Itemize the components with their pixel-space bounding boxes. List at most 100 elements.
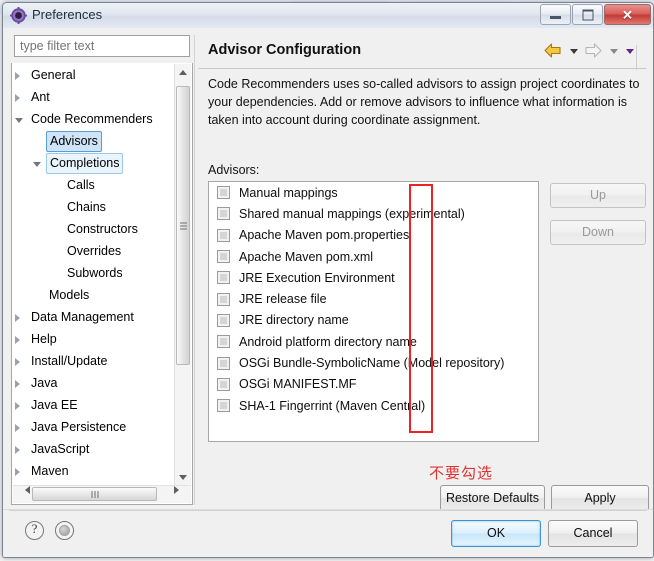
- maximize-button[interactable]: [572, 4, 603, 25]
- sidebar-item-label: Data Management: [31, 310, 134, 324]
- advisor-list-item[interactable]: JRE release file: [209, 288, 538, 309]
- sidebar-item-general[interactable]: General: [12, 65, 174, 87]
- scroll-up-icon: [179, 70, 187, 75]
- sidebar-item-javascript[interactable]: JavaScript: [12, 439, 174, 461]
- advisor-list-item[interactable]: JRE Execution Environment: [209, 267, 538, 288]
- sidebar-item-label: Chains: [67, 200, 106, 214]
- checkbox-icon[interactable]: [217, 228, 230, 242]
- chevron-down-icon: [570, 49, 578, 54]
- sidebar-item-advisors[interactable]: Advisors: [12, 131, 174, 153]
- sidebar-item-data-management[interactable]: Data Management: [12, 307, 174, 329]
- apply-button[interactable]: Apply: [551, 485, 649, 511]
- chevron-right-icon[interactable]: [15, 468, 20, 476]
- advisor-list-item[interactable]: Apache Maven pom.xml: [209, 246, 538, 267]
- tree-vertical-scrollbar[interactable]: [174, 64, 191, 486]
- checkbox-icon[interactable]: [217, 250, 230, 264]
- sidebar-item-code-recommenders[interactable]: Code Recommenders: [12, 109, 174, 131]
- minimize-button[interactable]: [540, 4, 571, 25]
- sidebar-item-completions[interactable]: Completions: [12, 153, 174, 175]
- advisor-label: Manual mappings: [239, 185, 338, 200]
- window-title: Preferences: [32, 7, 103, 22]
- sidebar-item-install-update[interactable]: Install/Update: [12, 351, 174, 373]
- chevron-right-icon[interactable]: [15, 94, 20, 102]
- checkbox-icon[interactable]: [217, 271, 230, 285]
- cancel-button[interactable]: Cancel: [548, 520, 638, 547]
- help-icon[interactable]: ?: [25, 521, 44, 540]
- checkbox-icon[interactable]: [217, 292, 230, 306]
- scroll-down-icon: [179, 475, 187, 480]
- checkbox-icon[interactable]: [217, 313, 230, 327]
- search-input[interactable]: [15, 36, 189, 56]
- advisor-list-item[interactable]: OSGi MANIFEST.MF: [209, 374, 538, 395]
- sidebar-item-ant[interactable]: Ant: [12, 87, 174, 109]
- checkbox-icon[interactable]: [217, 356, 230, 370]
- filter-box[interactable]: [14, 35, 190, 57]
- advisor-list-item[interactable]: Shared manual mappings (experimental): [209, 203, 538, 224]
- restore-defaults-button[interactable]: Restore Defaults: [440, 485, 545, 511]
- sidebar-item-java[interactable]: Java: [12, 373, 174, 395]
- scroll-right-button[interactable]: [174, 486, 191, 502]
- sidebar-item-models[interactable]: Models: [12, 285, 174, 307]
- chevron-down-icon[interactable]: [33, 162, 41, 167]
- forward-arrow-icon[interactable]: [583, 42, 605, 60]
- advisor-list-item[interactable]: SHA-1 Fingerrint (Maven Central): [209, 395, 538, 416]
- tree-horizontal-scrollbar[interactable]: [13, 485, 191, 503]
- checkbox-icon[interactable]: [217, 207, 230, 221]
- sidebar-item-label: Install/Update: [31, 354, 108, 368]
- move-down-button[interactable]: Down: [550, 220, 646, 245]
- checkbox-icon[interactable]: [217, 335, 230, 349]
- advisor-list-item[interactable]: Manual mappings: [209, 182, 538, 203]
- checkbox-icon[interactable]: [217, 399, 230, 413]
- chevron-right-icon[interactable]: [15, 402, 20, 410]
- chevron-right-icon[interactable]: [15, 446, 20, 454]
- sidebar-item-java-ee[interactable]: Java EE: [12, 395, 174, 417]
- advisors-list[interactable]: Manual mappings Shared manual mappings (e…: [208, 181, 539, 442]
- forward-history-dropdown[interactable]: [607, 42, 621, 60]
- chevron-down-icon: [610, 49, 618, 54]
- vertical-scroll-thumb[interactable]: [176, 86, 190, 365]
- move-up-button[interactable]: Up: [550, 183, 646, 208]
- scroll-left-icon: [13, 486, 30, 494]
- scroll-right-icon: [174, 486, 191, 494]
- chevron-right-icon[interactable]: [15, 358, 20, 366]
- back-arrow-icon[interactable]: [543, 42, 565, 60]
- scroll-up-button[interactable]: [175, 64, 191, 81]
- sidebar-item-maven[interactable]: Maven: [12, 461, 174, 483]
- window-titlebar: Preferences ✕: [3, 3, 653, 29]
- advisors-label: Advisors:: [208, 163, 260, 177]
- checkbox-icon[interactable]: [217, 377, 230, 391]
- indicator-icon[interactable]: [55, 521, 74, 540]
- sidebar-item-chains[interactable]: Chains: [12, 197, 174, 219]
- sidebar-item-label: Maven: [31, 464, 69, 478]
- sidebar-item-help[interactable]: Help: [12, 329, 174, 351]
- close-button[interactable]: ✕: [604, 4, 651, 25]
- chevron-right-icon[interactable]: [15, 424, 20, 432]
- chevron-right-icon[interactable]: [15, 380, 20, 388]
- sidebar-item-java-persistence[interactable]: Java Persistence: [12, 417, 174, 439]
- ok-button[interactable]: OK: [451, 520, 541, 547]
- chevron-right-icon[interactable]: [15, 72, 20, 80]
- sidebar-item-label: Java: [31, 376, 58, 390]
- chevron-right-icon[interactable]: [15, 314, 20, 322]
- advisor-list-item[interactable]: Android platform directory name: [209, 331, 538, 352]
- back-history-dropdown[interactable]: [567, 42, 581, 60]
- horizontal-scroll-thumb[interactable]: [32, 487, 157, 501]
- sidebar-item-subwords[interactable]: Subwords: [12, 263, 174, 285]
- scroll-left-button[interactable]: [13, 486, 30, 502]
- advisor-list-item[interactable]: Apache Maven pom.properties: [209, 225, 538, 246]
- scroll-down-button[interactable]: [175, 469, 191, 486]
- sidebar-item-label: Java Persistence: [31, 420, 127, 434]
- panel-menu-button[interactable]: [623, 42, 637, 60]
- sidebar-item-label: General: [31, 68, 76, 82]
- sidebar-item-overrides[interactable]: Overrides: [12, 241, 174, 263]
- sidebar-item-label: Models: [49, 288, 90, 302]
- chevron-right-icon[interactable]: [15, 336, 20, 344]
- checkbox-icon[interactable]: [217, 186, 230, 200]
- sidebar-item-constructors[interactable]: Constructors: [12, 219, 174, 241]
- sidebar-item-calls[interactable]: Calls: [12, 175, 174, 197]
- chevron-down-icon[interactable]: [15, 118, 23, 123]
- advisor-list-item[interactable]: JRE directory name: [209, 310, 538, 331]
- advisor-label: JRE release file: [239, 292, 327, 307]
- advisor-list-item[interactable]: OSGi Bundle-SymbolicName (Model reposito…: [209, 352, 538, 373]
- preferences-window: Preferences ✕ Gene: [2, 2, 654, 558]
